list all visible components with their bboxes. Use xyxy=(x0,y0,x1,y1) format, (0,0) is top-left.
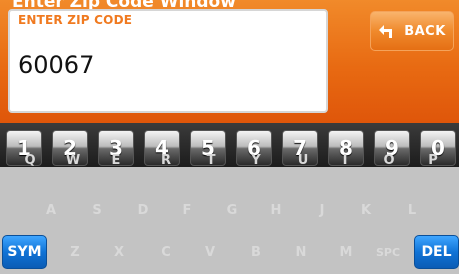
back-button-label: BACK xyxy=(404,23,446,39)
key-e[interactable]: E xyxy=(98,146,134,174)
key-w[interactable]: W xyxy=(55,146,91,174)
key-z[interactable]: Z xyxy=(57,238,93,266)
key-o[interactable]: O xyxy=(371,146,407,174)
zip-code-value: 60067 xyxy=(18,51,95,79)
key-f[interactable]: F xyxy=(169,196,205,224)
back-button[interactable]: BACK xyxy=(370,11,454,51)
key-t[interactable]: T xyxy=(193,146,229,174)
key-l[interactable]: L xyxy=(394,196,430,224)
key-j[interactable]: J xyxy=(304,196,340,224)
key-k[interactable]: K xyxy=(348,196,384,224)
key-y[interactable]: Y xyxy=(238,146,274,174)
key-c[interactable]: C xyxy=(148,238,184,266)
key-u[interactable]: U xyxy=(285,146,321,174)
key-space[interactable]: SPC xyxy=(370,238,406,266)
key-q[interactable]: Q xyxy=(12,146,48,174)
key-v[interactable]: V xyxy=(192,238,228,266)
on-screen-keyboard: 1 2 3 4 5 6 7 8 9 0 Q W E R T Y U I O P … xyxy=(0,123,459,274)
key-m[interactable]: M xyxy=(328,238,364,266)
key-r[interactable]: R xyxy=(148,146,184,174)
header-bar: Enter Zip Code Window ENTER ZIP CODE 600… xyxy=(0,0,459,123)
zip-code-input[interactable]: ENTER ZIP CODE 60067 xyxy=(8,9,328,113)
key-i[interactable]: I xyxy=(327,146,363,174)
key-h[interactable]: H xyxy=(258,196,294,224)
window-title: Enter Zip Code Window xyxy=(12,0,236,12)
key-x[interactable]: X xyxy=(101,238,137,266)
key-d[interactable]: D xyxy=(125,196,161,224)
sym-key[interactable]: SYM xyxy=(2,235,47,269)
key-n[interactable]: N xyxy=(283,238,319,266)
key-b[interactable]: B xyxy=(238,238,274,266)
key-a[interactable]: A xyxy=(33,196,69,224)
back-arrow-icon xyxy=(379,25,393,38)
zip-code-label: ENTER ZIP CODE xyxy=(18,13,133,27)
del-key[interactable]: DEL xyxy=(414,235,459,269)
key-p[interactable]: P xyxy=(415,146,451,174)
key-s[interactable]: S xyxy=(79,196,115,224)
key-g[interactable]: G xyxy=(214,196,250,224)
